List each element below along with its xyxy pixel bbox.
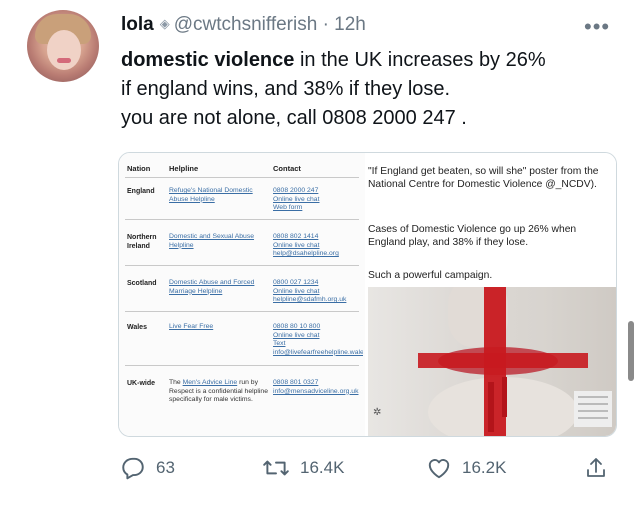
contact-line: 0800 027 1234 bbox=[273, 279, 319, 286]
table-cell-contact: 0808 801 0327 info@mensadviceline.org.uk bbox=[273, 379, 363, 396]
poster-caption-3: Such a powerful campaign. bbox=[368, 270, 493, 281]
helpline-table-image: Nation Helpline Contact England Refuge's… bbox=[119, 153, 365, 436]
avatar-face bbox=[47, 30, 81, 70]
contact-line: help@dsahelpline.org bbox=[273, 250, 339, 257]
contact-line: Online live chat bbox=[273, 287, 320, 295]
table-cell-helpline: Refuge's National Domestic Abuse Helplin… bbox=[169, 187, 253, 203]
table-cell-helpline: Domestic and Sexual Abuse Helpline bbox=[169, 233, 255, 249]
avatar-mouth bbox=[57, 58, 71, 63]
contact-line: info@livefearfreehelpline.wales bbox=[273, 348, 363, 356]
retweet-icon bbox=[263, 460, 289, 476]
handle[interactable]: @cwtchsnifferish bbox=[174, 14, 318, 35]
poster-pane: "If England get beaten, so will she" pos… bbox=[366, 153, 616, 436]
poster-logo-icon: ✲ bbox=[373, 407, 382, 418]
contact-line: Text bbox=[273, 340, 286, 347]
contact-line: Web form bbox=[273, 204, 303, 211]
badge-icon: ◈ bbox=[159, 16, 170, 31]
contact-line: 0808 2000 247 bbox=[273, 187, 319, 194]
contact-line: Online live chat bbox=[273, 241, 320, 249]
tweet-text-line-3: you are not alone, call 0808 2000 247 . bbox=[121, 107, 467, 129]
display-name[interactable]: lola bbox=[121, 14, 154, 35]
retweet-count: 16.4K bbox=[300, 458, 345, 477]
table-divider bbox=[125, 365, 359, 366]
tweet-text: domestic violence in the UK increases by… bbox=[121, 46, 621, 133]
like-button[interactable]: 16.2K bbox=[426, 455, 506, 481]
table-divider bbox=[125, 219, 359, 220]
avatar[interactable] bbox=[27, 10, 99, 82]
table-divider bbox=[125, 311, 359, 312]
table-divider bbox=[125, 265, 359, 266]
retweet-button[interactable]: 16.4K bbox=[262, 455, 344, 481]
table-header-nation: Nation bbox=[127, 164, 151, 173]
table-cell-contact: 0808 80 10 800 Online live chat Text inf… bbox=[273, 323, 363, 357]
contact-line: Online live chat bbox=[273, 331, 320, 339]
like-count: 16.2K bbox=[462, 458, 507, 477]
reply-button[interactable]: 63 bbox=[120, 455, 175, 481]
poster-small-print bbox=[574, 391, 612, 427]
more-options-icon[interactable]: ••• bbox=[584, 14, 610, 40]
england-flag-horizontal bbox=[418, 353, 588, 368]
share-button[interactable] bbox=[584, 455, 618, 481]
media-card[interactable]: Nation Helpline Contact England Refuge's… bbox=[118, 152, 617, 437]
table-cell-nation: Wales bbox=[127, 324, 147, 331]
contact-line: info@mensadviceline.org.uk bbox=[273, 387, 359, 395]
poster-caption-2: Cases of Domestic Violence go up 26% whe… bbox=[368, 224, 577, 248]
tweet-text-rest: in the UK increases by 26% bbox=[294, 49, 546, 71]
table-cell-contact: 0808 802 1414 Online live chat help@dsah… bbox=[273, 233, 363, 259]
tweet-header: lola ◈ @cwtchsnifferish · 12h bbox=[121, 14, 366, 36]
table-header-contact: Contact bbox=[273, 164, 301, 173]
tweet-text-line-2: if england wins, and 38% if they lose. bbox=[121, 78, 451, 100]
table-cell-helpline: The Men's Advice Line run by Respect is … bbox=[169, 379, 269, 405]
contact-line: 0808 80 10 800 bbox=[273, 323, 321, 330]
separator-dot: · bbox=[322, 14, 329, 35]
paint-drip bbox=[488, 382, 494, 432]
timestamp[interactable]: 12h bbox=[334, 14, 366, 35]
paint-drip bbox=[502, 377, 507, 417]
helpline-link: Men's Advice Line bbox=[182, 379, 238, 386]
scrollbar[interactable] bbox=[628, 321, 634, 381]
table-header-helpline: Helpline bbox=[169, 164, 199, 173]
table-cell-contact: 0808 2000 247 Online live chat Web form bbox=[273, 187, 363, 213]
tweet-text-bold: domestic violence bbox=[121, 49, 295, 71]
table-cell-helpline: Domestic Abuse and Forced Marriage Helpl… bbox=[169, 279, 255, 295]
contact-line: 0808 802 1414 bbox=[273, 233, 319, 240]
reply-count: 63 bbox=[156, 458, 175, 477]
reply-icon bbox=[122, 457, 144, 480]
table-cell-nation: Northern Ireland bbox=[127, 234, 157, 250]
heart-icon bbox=[428, 459, 450, 479]
table-cell-nation: Scotland bbox=[127, 280, 157, 287]
table-cell-nation: England bbox=[127, 188, 155, 195]
helpline-text: The bbox=[169, 379, 183, 386]
contact-line: helpline@sdafmh.org.uk bbox=[273, 296, 347, 303]
table-divider bbox=[125, 177, 359, 178]
table-cell-nation: UK-wide bbox=[127, 380, 155, 387]
table-cell-contact: 0800 027 1234 Online live chat helpline@… bbox=[273, 279, 363, 305]
poster-caption-1: "If England get beaten, so will she" pos… bbox=[368, 166, 599, 190]
action-bar: 63 16.4K 16.2K bbox=[0, 455, 640, 483]
poster-photo: ✲ bbox=[368, 287, 616, 436]
contact-line: 0808 801 0327 bbox=[273, 379, 319, 386]
contact-line: Online live chat bbox=[273, 195, 320, 203]
table-cell-helpline: Live Fear Free bbox=[169, 323, 214, 330]
share-icon bbox=[587, 458, 605, 477]
